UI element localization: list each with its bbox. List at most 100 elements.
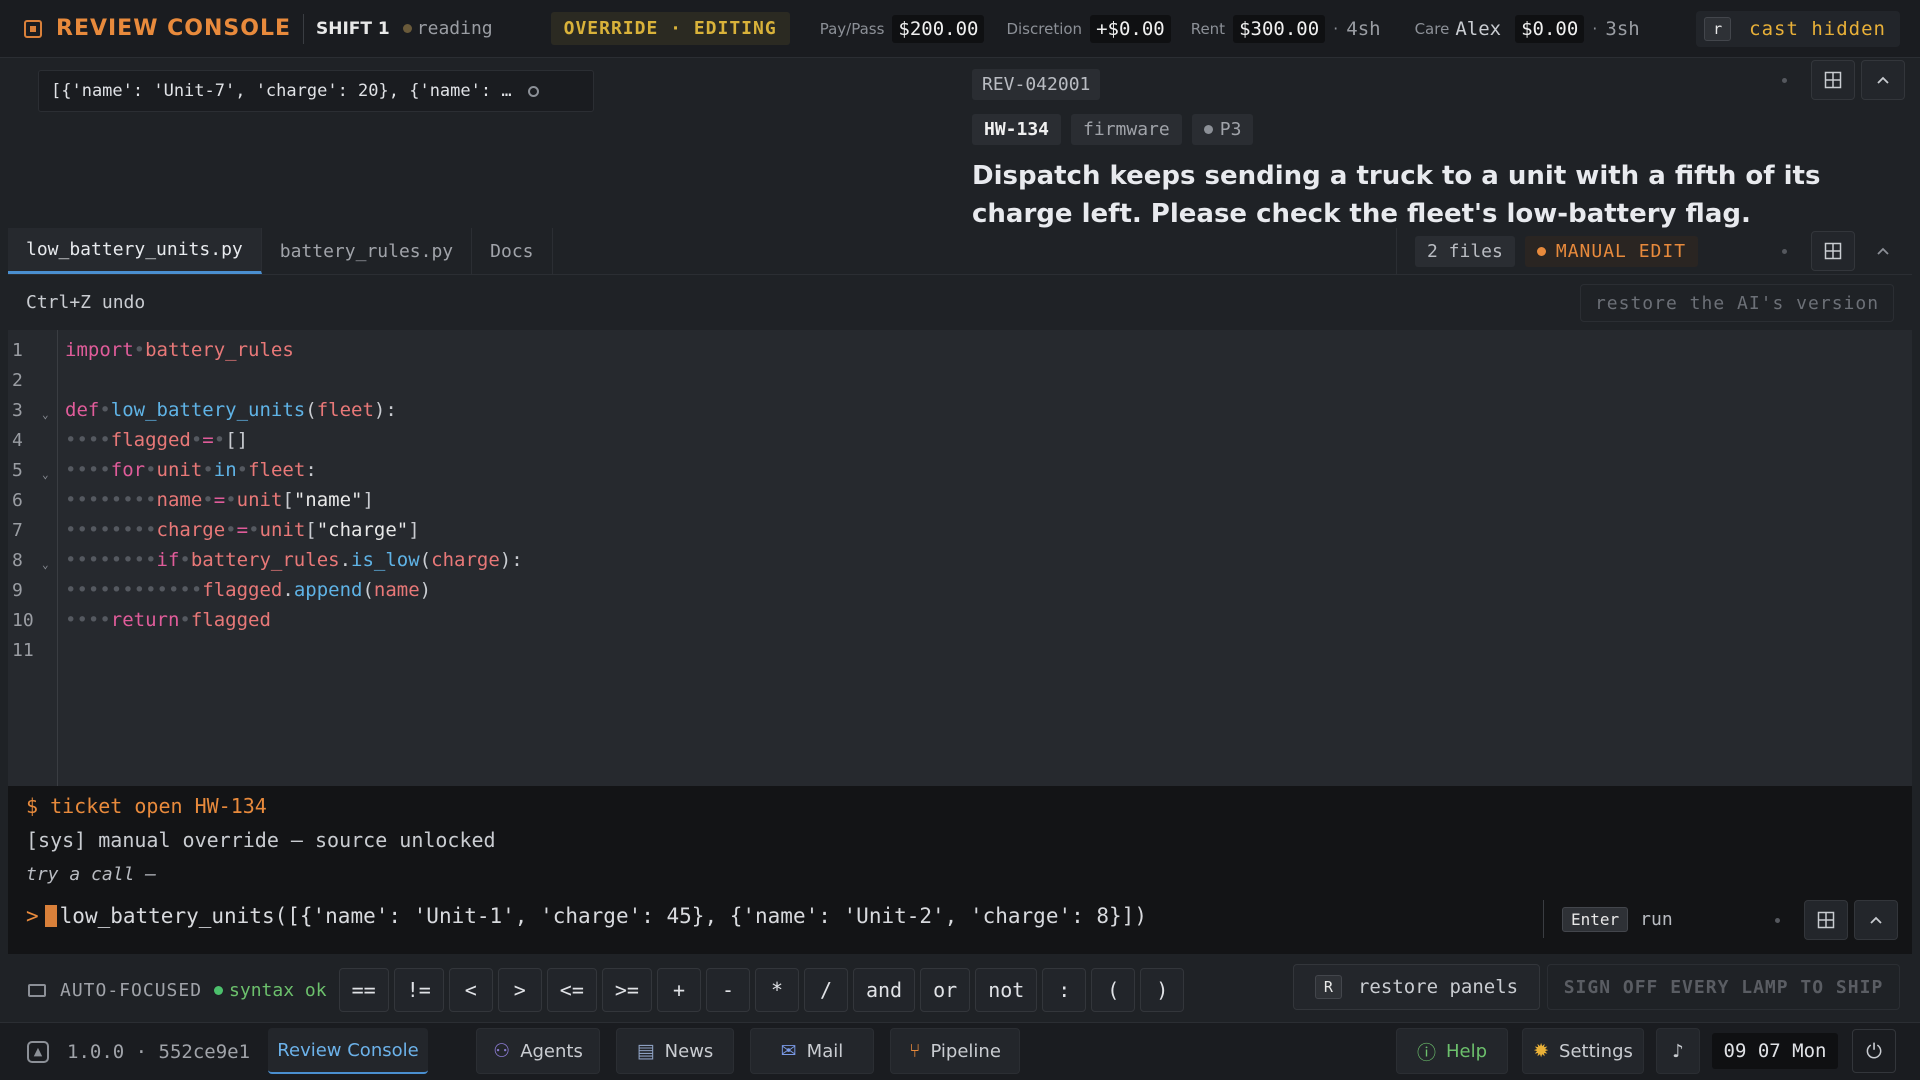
- chevron-up-icon[interactable]: [1861, 60, 1905, 100]
- cast-toggle-button[interactable]: r cast hidden: [1696, 11, 1900, 47]
- cast-label: cast hidden: [1749, 18, 1886, 40]
- code-line: ••••••••charge•=•unit["charge"]: [65, 519, 420, 541]
- power-icon[interactable]: ⏻: [1852, 1029, 1896, 1073]
- sign-off-button[interactable]: SIGN OFF EVERY LAMP TO SHIP: [1547, 964, 1900, 1010]
- app-label: Agents: [520, 1040, 583, 1062]
- run-hint[interactable]: Enter run: [1543, 900, 1673, 938]
- token-button[interactable]: not: [975, 968, 1038, 1012]
- taskbar-app-agents[interactable]: ⚇ Agents: [476, 1028, 600, 1074]
- gear-icon: ✹: [1533, 1040, 1550, 1062]
- line-number: 10: [12, 610, 34, 631]
- token-button[interactable]: -: [705, 968, 750, 1012]
- line-number: 9: [12, 580, 23, 601]
- ticket-description: Dispatch keeps sending a truck to a unit…: [972, 161, 1821, 229]
- rent-label: Rent: [1190, 19, 1226, 38]
- line-number: 7: [12, 520, 23, 541]
- line-number: 2: [12, 370, 23, 391]
- token-button[interactable]: ): [1140, 968, 1185, 1012]
- settings-button[interactable]: ✹ Settings: [1522, 1028, 1644, 1074]
- code-line: ••••flagged•=•[]: [65, 429, 249, 451]
- code-editor[interactable]: 1 2 3 ⌄ 4 5 ⌄ 6 7 8 ⌄ 9 10 11 import•bat…: [8, 330, 1912, 786]
- keyboard-icon: [28, 983, 46, 997]
- grid-icon[interactable]: [1811, 231, 1855, 271]
- app-title: REVIEW CONSOLE: [56, 16, 291, 41]
- launcher-icon[interactable]: ▲: [27, 1040, 49, 1063]
- help-icon: ⓘ: [1416, 1041, 1436, 1064]
- tab-low-battery-units[interactable]: low_battery_units.py: [8, 228, 262, 274]
- syntax-dot-icon: [214, 985, 224, 995]
- music-note-icon: ♪: [1672, 1040, 1684, 1062]
- fold-chevron-icon[interactable]: ⌄: [42, 468, 49, 481]
- help-label: Help: [1445, 1040, 1488, 1062]
- line-number: 6: [12, 490, 23, 511]
- priority-dot-icon: [1203, 125, 1213, 134]
- token-bar: AUTO-FOCUSED syntax ok == != < > <= >= +…: [8, 958, 1912, 1022]
- grid-icon[interactable]: [1811, 60, 1855, 100]
- input-chip[interactable]: [{'name': 'Unit-7', 'charge': 20}, {'nam…: [38, 70, 594, 112]
- token-button[interactable]: *: [754, 968, 799, 1012]
- token-button[interactable]: :: [1042, 968, 1087, 1012]
- token-button[interactable]: +: [656, 968, 701, 1012]
- restore-panels-button[interactable]: R restore panels: [1293, 964, 1540, 1010]
- terminal-line: $ ticket open HW-134: [26, 794, 267, 818]
- top-bar: REVIEW CONSOLE SHIFT 1 reading OVERRIDE …: [0, 0, 1920, 58]
- discretion-label: Discretion: [1006, 19, 1083, 38]
- token-button[interactable]: <=: [546, 968, 597, 1012]
- token-button[interactable]: /: [803, 968, 848, 1012]
- code-line: import•battery_rules: [65, 339, 294, 361]
- syntax-status: syntax ok: [214, 980, 327, 1001]
- undo-hint: Ctrl+Z undo: [26, 292, 146, 313]
- restore-key: R: [1314, 975, 1342, 999]
- taskbar-app-mail[interactable]: ✉ Mail: [750, 1028, 874, 1074]
- command-input[interactable]: > low_battery_units([{'name': 'Unit-1', …: [26, 904, 1147, 928]
- token-button[interactable]: !=: [393, 968, 444, 1012]
- token-button[interactable]: or: [920, 968, 971, 1012]
- taskbar-app-news[interactable]: ▤ News: [616, 1028, 734, 1074]
- settings-label: Settings: [1559, 1040, 1633, 1062]
- token-button[interactable]: >: [497, 968, 542, 1012]
- news-icon: ▤: [636, 1040, 655, 1062]
- grid-icon[interactable]: [1804, 900, 1848, 940]
- help-button[interactable]: ⓘ Help: [1396, 1028, 1508, 1074]
- terminal-hint: try a call —: [26, 864, 157, 885]
- tab-battery-rules[interactable]: battery_rules.py: [262, 228, 473, 274]
- code-line: ••••••••if•battery_rules.is_low(charge):: [65, 549, 523, 571]
- version-label: 1.0.0 · 552ce9e1: [67, 1040, 251, 1063]
- fold-chevron-icon[interactable]: ⌄: [42, 558, 49, 571]
- token-button[interactable]: and: [852, 968, 916, 1012]
- ticket-tags: HW-134 firmware P3: [972, 114, 1263, 145]
- taskbar-app-pipeline[interactable]: ⑂ Pipeline: [890, 1028, 1020, 1074]
- token-button[interactable]: ==: [338, 968, 389, 1012]
- token-button[interactable]: >=: [601, 968, 652, 1012]
- chevron-up-icon[interactable]: [1861, 231, 1905, 271]
- token-button[interactable]: <: [448, 968, 493, 1012]
- syntax-label: syntax ok: [229, 979, 327, 1001]
- rent-separator: ·: [1333, 19, 1339, 38]
- hardware-tag: HW-134: [972, 114, 1062, 145]
- care-name: Alex: [1455, 17, 1502, 40]
- line-number: 1: [12, 340, 23, 361]
- care-shifts: 3sh: [1605, 17, 1640, 40]
- ticket-id: REV-042001: [972, 69, 1101, 100]
- taskbar: ▲ 1.0.0 · 552ce9e1 Review Console ⚇ Agen…: [0, 1022, 1920, 1080]
- files-badge: 2 files: [1415, 236, 1515, 267]
- discretion-value: +$0.00: [1090, 14, 1171, 43]
- code-line: ••••••••name•=•unit["name"]: [65, 489, 374, 511]
- manual-edit-label: MANUAL EDIT: [1555, 241, 1687, 262]
- pay-label: Pay/Pass: [819, 19, 885, 38]
- care-value: $0.00: [1515, 14, 1585, 43]
- restore-ai-version-button[interactable]: restore the AI's version: [1580, 284, 1894, 322]
- agents-icon: ⚇: [493, 1040, 511, 1062]
- terminal-line: [sys] manual override — source unlocked: [26, 828, 496, 852]
- taskbar-app-review-console[interactable]: Review Console: [268, 1028, 428, 1074]
- tab-docs[interactable]: Docs: [472, 228, 553, 274]
- token-button[interactable]: (: [1091, 968, 1136, 1012]
- clock: 09 07 Mon: [1712, 1033, 1838, 1069]
- restore-panels-label: restore panels: [1357, 976, 1519, 998]
- enter-key: Enter: [1562, 906, 1629, 932]
- fold-chevron-icon[interactable]: ⌄: [42, 408, 49, 421]
- panel-dot-icon: [1782, 77, 1787, 83]
- chevron-up-icon[interactable]: [1854, 900, 1898, 940]
- music-button[interactable]: ♪: [1656, 1028, 1700, 1074]
- mode-badge: OVERRIDE · EDITING: [550, 12, 790, 45]
